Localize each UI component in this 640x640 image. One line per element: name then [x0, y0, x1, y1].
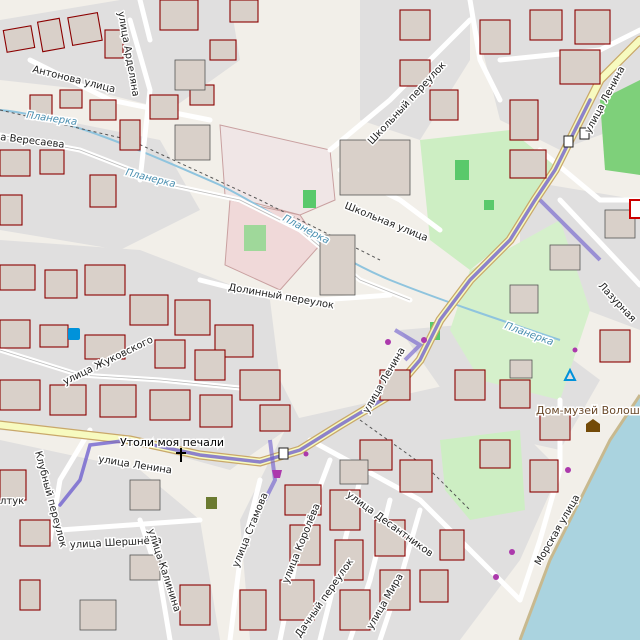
hospital-icon[interactable]: [629, 199, 640, 219]
parking-icon[interactable]: [68, 328, 80, 340]
sport-pitch: [244, 225, 266, 251]
toilet-icon[interactable]: [206, 497, 217, 509]
map-canvas[interactable]: Антонова улица улица Арделяна а Вересаев…: [0, 0, 640, 640]
sport-pitch-small: [303, 190, 316, 208]
poi-label-church: Утоли моя печали: [120, 436, 224, 449]
street-label-tutk: лтук: [0, 496, 24, 507]
map-viewport[interactable]: Антонова улица улица Арделяна а Вересаев…: [0, 0, 640, 640]
poi-label-museum: Дом-музей Волошина: [536, 404, 640, 417]
